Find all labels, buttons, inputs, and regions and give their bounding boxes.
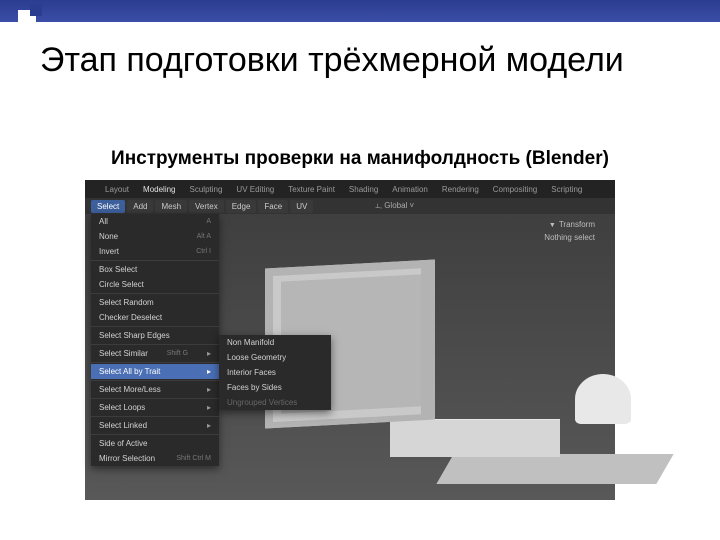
select-by-trait-submenu: Non ManifoldLoose GeometryInterior Faces… [219,335,331,410]
menu-item-select-random[interactable]: Select Random [91,295,219,310]
submenu-item-loose-geometry[interactable]: Loose Geometry [219,350,331,365]
menu-separator [91,293,219,294]
menu-item-label: Checker Deselect [99,313,162,322]
menu-item-label: Select Sharp Edges [99,331,170,340]
slide-subtitle: Инструменты проверки на манифолдность (B… [60,148,660,170]
menu-item-select-all-by-trait[interactable]: Select All by Trait [91,364,219,379]
menu-separator [91,380,219,381]
tab-modeling[interactable]: Modeling [143,185,175,194]
menu-add[interactable]: Add [127,200,153,213]
menu-item-circle-select[interactable]: Circle Select [91,277,219,292]
menu-item-select-similar[interactable]: Select Similar Shift G [91,346,219,361]
tab-sculpting[interactable]: Sculpting [190,185,223,194]
tab-scripting[interactable]: Scripting [551,185,582,194]
tab-layout[interactable]: Layout [105,185,129,194]
header-bar: Select Add Mesh Vertex Edge Face UV ⟂, G… [85,198,615,214]
panel-nothing-selected: Nothing select [538,231,601,244]
menu-item-label: Mirror Selection [99,454,155,463]
menu-item-shortcut: Alt A [197,233,211,240]
menu-item-shortcut: Shift Ctrl M [176,455,211,462]
menu-face[interactable]: Face [258,200,288,213]
menu-item-shortcut: A [206,218,211,225]
slide-logo [18,4,42,28]
menu-select[interactable]: Select [91,200,125,213]
menu-item-side-of-active[interactable]: Side of Active [91,436,219,451]
menu-item-label: Invert [99,247,119,256]
menu-item-label: Select More/Less [99,385,161,394]
workspace-tabs: Layout Modeling Sculpting UV Editing Tex… [85,180,615,198]
menu-item-select-sharp-edges[interactable]: Select Sharp Edges [91,328,219,343]
menu-item-mirror-selection[interactable]: Mirror Selection Shift Ctrl M [91,451,219,466]
slide-title: Этап подготовки трёхмерной модели [40,40,680,81]
tab-animation[interactable]: Animation [392,185,428,194]
tab-texture-paint[interactable]: Texture Paint [288,185,335,194]
select-menu: All A None Alt A Invert Ctrl I Box Select Circl… [91,214,219,466]
menu-item-label: Select Random [99,298,154,307]
tab-compositing[interactable]: Compositing [493,185,537,194]
submenu-item-ungrouped-vertices: Ungrouped Vertices [219,395,331,410]
menu-item-label: Circle Select [99,280,144,289]
menu-uv[interactable]: UV [290,200,313,213]
menu-item-select-more-less[interactable]: Select More/Less [91,382,219,397]
orientation-global[interactable]: ⟂, Global ˅ [375,201,414,211]
tab-shading[interactable]: Shading [349,185,378,194]
menu-item-select-linked[interactable]: Select Linked [91,418,219,433]
menu-item-label: None [99,232,118,241]
menu-item-shortcut: Shift G [167,350,188,357]
submenu-item-interior-faces[interactable]: Interior Faces [219,365,331,380]
tab-uv-editing[interactable]: UV Editing [236,185,274,194]
menu-item-checker-deselect[interactable]: Checker Deselect [91,310,219,325]
menu-mesh[interactable]: Mesh [155,200,187,213]
n-panel: Transform Nothing select [538,218,601,244]
menu-item-box-select[interactable]: Box Select [91,262,219,277]
menu-separator [91,326,219,327]
menu-item-label: Select Loops [99,403,145,412]
menu-item-all[interactable]: All A [91,214,219,229]
menu-item-shortcut: Ctrl I [196,248,211,255]
panel-transform-header[interactable]: Transform [538,218,601,231]
menu-item-label: Select Linked [99,421,147,430]
menu-separator [91,398,219,399]
submenu-item-non-manifold[interactable]: Non Manifold [219,335,331,350]
menu-item-label: Select Similar [99,349,148,358]
menu-separator [91,416,219,417]
menu-separator [91,344,219,345]
menu-item-label: Box Select [99,265,137,274]
slide-header-stripe [0,0,720,22]
menu-item-none[interactable]: None Alt A [91,229,219,244]
menu-item-label: Side of Active [99,439,147,448]
menu-separator [91,362,219,363]
menu-item-invert[interactable]: Invert Ctrl I [91,244,219,259]
menu-item-select-loops[interactable]: Select Loops [91,400,219,415]
slide: Этап подготовки трёхмерной модели Инстру… [0,0,720,540]
menu-separator [91,434,219,435]
blender-screenshot: Layout Modeling Sculpting UV Editing Tex… [85,180,615,500]
menu-vertex[interactable]: Vertex [189,200,224,213]
menu-edge[interactable]: Edge [226,200,257,213]
submenu-item-faces-by-sides[interactable]: Faces by Sides [219,380,331,395]
tab-rendering[interactable]: Rendering [442,185,479,194]
menu-item-label: Select All by Trait [99,367,160,376]
menu-item-label: All [99,217,108,226]
menu-separator [91,260,219,261]
